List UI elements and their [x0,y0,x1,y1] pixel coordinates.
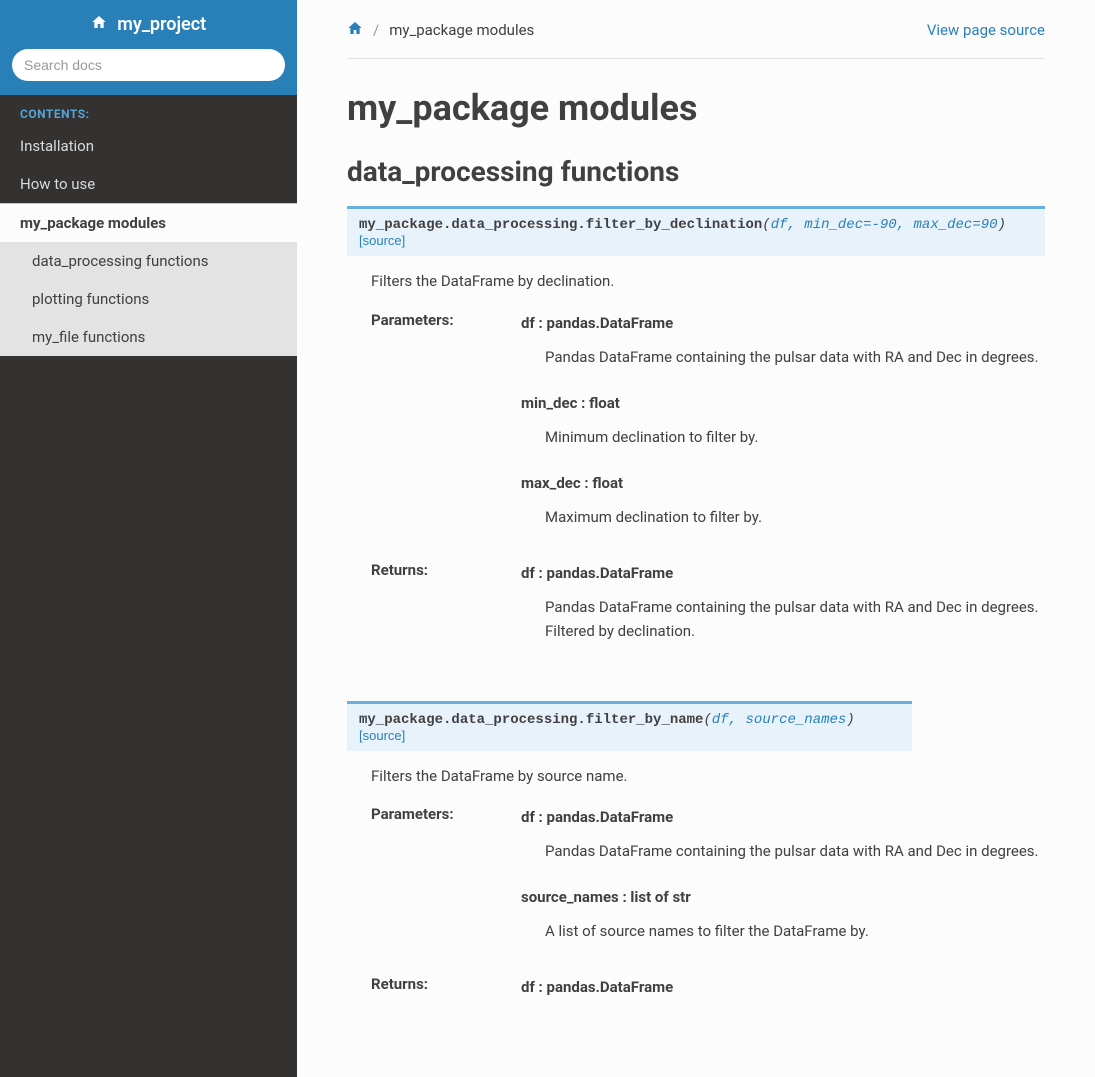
param-type: : pandas.DataFrame [535,314,673,332]
sig-name: filter_by_name [586,712,704,728]
sidebar-sub-plotting[interactable]: plotting functions [0,280,297,318]
breadcrumb-separator: / [373,21,379,39]
param-desc: Pandas DataFrame containing the pulsar d… [545,595,1045,643]
param-name: df [521,564,535,582]
parameters-body: df : pandas.DataFrame Pandas DataFrame c… [521,805,1045,965]
param-type: : list of str [619,888,691,906]
parameters-label: Parameters: [371,805,501,965]
function-description: Filters the DataFrame by source name. [371,765,1045,788]
field-list: Parameters: df : pandas.DataFrame Pandas… [371,805,1045,1021]
param-name: df [521,978,535,996]
param-block: df : pandas.DataFrame [521,975,1045,999]
returns-body: df : pandas.DataFrame Pandas DataFrame c… [521,561,1045,665]
section-heading: data_processing functions [347,155,1045,188]
source-link[interactable]: [source] [359,728,405,743]
param-desc: Pandas DataFrame containing the pulsar d… [545,345,1045,369]
sidebar-item-modules[interactable]: my_package modules [0,203,297,242]
breadcrumb-row: / my_package modules View page source [347,20,1045,59]
project-name: my_project [117,14,206,35]
param-type: : float [581,474,623,492]
sidebar: my_project CONTENTS: Installation How to… [0,0,297,1077]
source-link[interactable]: [source] [359,233,405,248]
main-content: / my_package modules View page source my… [297,0,1095,1077]
sig-params: df, min_dec=-90, max_dec=90 [771,217,998,233]
param-block: min_dec : float Minimum declination to f… [521,391,1045,449]
sidebar-nav: CONTENTS: Installation How to use my_pac… [0,95,297,356]
search-input[interactable] [12,49,285,81]
param-type: : pandas.DataFrame [535,564,673,582]
sig-params: df, source_names [712,712,846,728]
sig-module: my_package.data_processing. [359,712,586,728]
param-name: source_names [521,888,619,906]
param-name: df [521,808,535,826]
breadcrumb-current: my_package modules [389,21,534,39]
sig-name: filter_by_declination [586,217,762,233]
param-type: : pandas.DataFrame [535,808,673,826]
sidebar-item-how-to-use[interactable]: How to use [0,165,297,203]
param-name: df [521,314,535,332]
returns-label: Returns: [371,975,501,1021]
param-type: : float [577,394,619,412]
param-block: df : pandas.DataFrame Pandas DataFrame c… [521,311,1045,369]
parameters-label: Parameters: [371,311,501,551]
page-title: my_package modules [347,87,1045,129]
function-description: Filters the DataFrame by declination. [371,270,1045,293]
nav-caption: CONTENTS: [0,95,297,127]
search-container [0,49,297,95]
param-desc: Maximum declination to filter by. [545,505,1045,529]
param-desc: Pandas DataFrame containing the pulsar d… [545,839,1045,863]
param-block: source_names : list of str A list of sou… [521,885,1045,943]
home-icon [347,21,363,40]
breadcrumb: / my_package modules [347,20,534,40]
view-page-source-link[interactable]: View page source [927,21,1045,39]
parameters-body: df : pandas.DataFrame Pandas DataFrame c… [521,311,1045,551]
sig-module: my_package.data_processing. [359,217,586,233]
sig-close-paren: ) [998,217,1006,233]
param-desc: A list of source names to filter the Dat… [545,919,1045,943]
home-icon [91,14,111,35]
sidebar-item-installation[interactable]: Installation [0,127,297,165]
sidebar-sub-my-file[interactable]: my_file functions [0,318,297,356]
param-name: max_dec [521,474,581,492]
breadcrumb-home-link[interactable] [347,20,363,40]
project-home-link[interactable]: my_project [91,14,206,35]
sig-open-paren: ( [762,217,770,233]
param-block: df : pandas.DataFrame Pandas DataFrame c… [521,561,1045,643]
returns-label: Returns: [371,561,501,665]
field-list: Parameters: df : pandas.DataFrame Pandas… [371,311,1045,665]
param-name: min_dec [521,394,577,412]
param-block: df : pandas.DataFrame Pandas DataFrame c… [521,805,1045,863]
param-block: max_dec : float Maximum declination to f… [521,471,1045,529]
sidebar-header: my_project [0,0,297,49]
sig-open-paren: ( [703,712,711,728]
sidebar-sub-data-processing[interactable]: data_processing functions [0,242,297,280]
param-type: : pandas.DataFrame [535,978,673,996]
sig-close-paren: ) [846,712,854,728]
function-signature: my_package.data_processing.filter_by_dec… [347,206,1045,256]
returns-body: df : pandas.DataFrame [521,975,1045,1021]
param-desc: Minimum declination to filter by. [545,425,1045,449]
function-signature: my_package.data_processing.filter_by_nam… [347,701,912,751]
